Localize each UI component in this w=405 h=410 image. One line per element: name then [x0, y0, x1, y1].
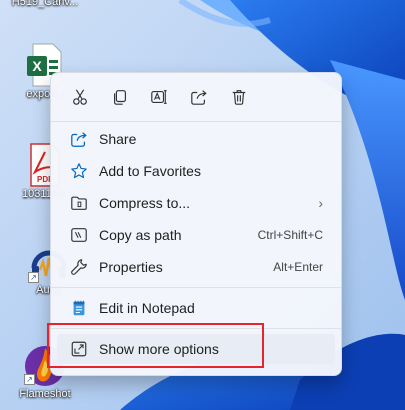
menu-item-label: Copy as path	[99, 227, 182, 243]
shortcut-arrow-icon: ↗	[28, 272, 39, 283]
compress-folder-icon	[71, 196, 87, 210]
menu-item-copy-as-path[interactable]: Copy as path Ctrl+Shift+C	[57, 220, 335, 250]
rename-icon	[151, 90, 167, 104]
copy-icon	[114, 90, 126, 105]
menu-item-shortcut: Ctrl+Shift+C	[257, 228, 323, 242]
desktop-icon-label: H519_Canv...	[11, 0, 79, 8]
cut-button[interactable]	[68, 85, 92, 109]
menu-item-label: Compress to...	[99, 195, 191, 211]
desktop-icon-label: Flameshot	[19, 388, 71, 400]
copy-button[interactable]	[108, 85, 132, 109]
menu-item-share[interactable]: Share	[57, 124, 335, 154]
wrench-icon	[71, 259, 87, 275]
menu-item-label: Edit in Notepad	[99, 300, 195, 316]
menu-item-edit-in-notepad[interactable]: Edit in Notepad	[57, 293, 335, 323]
rename-button[interactable]	[147, 85, 171, 109]
menu-item-label: Add to Favorites	[99, 163, 201, 179]
delete-button[interactable]	[227, 85, 251, 109]
svg-text:X: X	[32, 58, 42, 74]
share-icon	[71, 132, 87, 147]
chevron-right-icon: ›	[318, 195, 323, 211]
menu-item-properties[interactable]: Properties Alt+Enter	[57, 252, 335, 282]
desktop-icon-folder[interactable]: H519_Canv...	[10, 0, 80, 9]
highlight-annotation-box	[47, 323, 264, 368]
menu-item-label: Properties	[99, 259, 163, 275]
menu-separator	[51, 287, 341, 288]
shortcut-arrow-icon: ↗	[24, 374, 35, 385]
trash-icon	[232, 90, 246, 105]
notepad-icon	[73, 300, 85, 316]
share-quick-button[interactable]	[187, 85, 211, 109]
menu-separator	[51, 121, 341, 122]
copy-path-icon	[71, 228, 87, 242]
star-icon	[71, 163, 87, 179]
scissors-icon	[73, 89, 87, 105]
menu-item-label: Share	[99, 131, 137, 147]
menu-item-shortcut: Alt+Enter	[273, 260, 323, 274]
quick-actions-bar	[51, 73, 341, 121]
menu-item-add-to-favorites[interactable]: Add to Favorites	[57, 156, 335, 186]
share-icon	[191, 90, 207, 105]
menu-item-compress-to[interactable]: Compress to... ›	[57, 188, 335, 218]
